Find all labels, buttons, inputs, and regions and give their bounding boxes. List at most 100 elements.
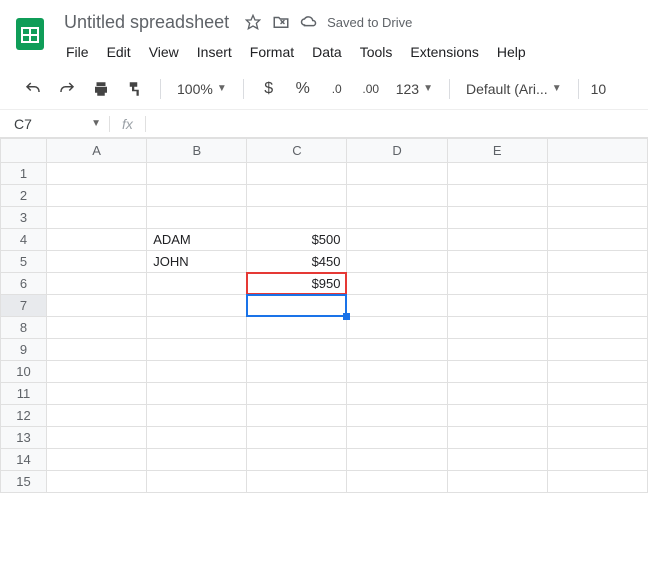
cell-D9[interactable] <box>347 339 447 361</box>
row-header-8[interactable]: 8 <box>1 317 47 339</box>
cell-B14[interactable] <box>147 449 247 471</box>
cell-D6[interactable] <box>347 273 447 295</box>
cell-B7[interactable] <box>147 295 247 317</box>
cell-B12[interactable] <box>147 405 247 427</box>
cell-D1[interactable] <box>347 163 447 185</box>
cell-E12[interactable] <box>447 405 547 427</box>
cell-C6[interactable]: $950 <box>247 273 347 295</box>
row-header-5[interactable]: 5 <box>1 251 47 273</box>
cell-blank13[interactable] <box>547 427 647 449</box>
cell-C1[interactable] <box>247 163 347 185</box>
cell-blank3[interactable] <box>547 207 647 229</box>
cell-D5[interactable] <box>347 251 447 273</box>
font-size-value[interactable]: 10 <box>591 81 607 97</box>
cell-B15[interactable] <box>147 471 247 493</box>
cell-C4[interactable]: $500 <box>247 229 347 251</box>
row-header-15[interactable]: 15 <box>1 471 47 493</box>
cell-C13[interactable] <box>247 427 347 449</box>
row-header-3[interactable]: 3 <box>1 207 47 229</box>
cell-C11[interactable] <box>247 383 347 405</box>
cell-A8[interactable] <box>47 317 147 339</box>
cloud-icon[interactable] <box>299 12 319 32</box>
cell-A2[interactable] <box>47 185 147 207</box>
cell-E2[interactable] <box>447 185 547 207</box>
cell-B1[interactable] <box>147 163 247 185</box>
cell-D2[interactable] <box>347 185 447 207</box>
col-header-B[interactable]: B <box>147 139 247 163</box>
cell-C15[interactable] <box>247 471 347 493</box>
cell-E10[interactable] <box>447 361 547 383</box>
cell-A6[interactable] <box>47 273 147 295</box>
cell-D14[interactable] <box>347 449 447 471</box>
cell-E8[interactable] <box>447 317 547 339</box>
font-select[interactable]: Default (Ari... ▼ <box>462 79 566 99</box>
row-header-10[interactable]: 10 <box>1 361 47 383</box>
cell-blank5[interactable] <box>547 251 647 273</box>
cell-A12[interactable] <box>47 405 147 427</box>
cell-B8[interactable] <box>147 317 247 339</box>
number-format-select[interactable]: 123 ▼ <box>392 79 437 99</box>
row-header-13[interactable]: 13 <box>1 427 47 449</box>
cell-B3[interactable] <box>147 207 247 229</box>
cell-B13[interactable] <box>147 427 247 449</box>
cell-blank14[interactable] <box>547 449 647 471</box>
cell-A7[interactable] <box>47 295 147 317</box>
cell-D8[interactable] <box>347 317 447 339</box>
cell-blank7[interactable] <box>547 295 647 317</box>
menu-extensions[interactable]: Extensions <box>402 40 486 64</box>
cell-E11[interactable] <box>447 383 547 405</box>
cell-blank15[interactable] <box>547 471 647 493</box>
menu-file[interactable]: File <box>58 40 97 64</box>
cell-E5[interactable] <box>447 251 547 273</box>
redo-icon[interactable] <box>54 76 80 102</box>
cell-B10[interactable] <box>147 361 247 383</box>
format-percent[interactable]: % <box>290 76 316 102</box>
cell-D7[interactable] <box>347 295 447 317</box>
row-header-4[interactable]: 4 <box>1 229 47 251</box>
undo-icon[interactable] <box>20 76 46 102</box>
select-all-corner[interactable] <box>1 139 47 163</box>
cell-blank2[interactable] <box>547 185 647 207</box>
cell-A11[interactable] <box>47 383 147 405</box>
cell-E9[interactable] <box>447 339 547 361</box>
star-icon[interactable] <box>243 12 263 32</box>
increase-decimal[interactable]: .00 <box>358 76 384 102</box>
paint-format-icon[interactable] <box>122 76 148 102</box>
format-currency[interactable]: $ <box>256 76 282 102</box>
row-header-12[interactable]: 12 <box>1 405 47 427</box>
name-box[interactable]: C7 ▼ <box>0 116 110 132</box>
cell-E15[interactable] <box>447 471 547 493</box>
menu-data[interactable]: Data <box>304 40 350 64</box>
cell-C5[interactable]: $450 <box>247 251 347 273</box>
menu-format[interactable]: Format <box>242 40 302 64</box>
cell-A13[interactable] <box>47 427 147 449</box>
menu-view[interactable]: View <box>141 40 187 64</box>
cell-A15[interactable] <box>47 471 147 493</box>
col-header-E[interactable]: E <box>447 139 547 163</box>
cell-A3[interactable] <box>47 207 147 229</box>
row-header-11[interactable]: 11 <box>1 383 47 405</box>
row-header-7[interactable]: 7 <box>1 295 47 317</box>
menu-help[interactable]: Help <box>489 40 534 64</box>
cell-C2[interactable] <box>247 185 347 207</box>
cell-D4[interactable] <box>347 229 447 251</box>
col-header-blank[interactable] <box>547 139 647 163</box>
cell-C3[interactable] <box>247 207 347 229</box>
doc-title[interactable]: Untitled spreadsheet <box>58 10 235 35</box>
cell-A5[interactable] <box>47 251 147 273</box>
row-header-6[interactable]: 6 <box>1 273 47 295</box>
print-icon[interactable] <box>88 76 114 102</box>
cell-B6[interactable] <box>147 273 247 295</box>
cell-A9[interactable] <box>47 339 147 361</box>
cell-A10[interactable] <box>47 361 147 383</box>
cell-E3[interactable] <box>447 207 547 229</box>
row-header-1[interactable]: 1 <box>1 163 47 185</box>
cell-blank12[interactable] <box>547 405 647 427</box>
menu-tools[interactable]: Tools <box>352 40 401 64</box>
cell-B2[interactable] <box>147 185 247 207</box>
cell-E7[interactable] <box>447 295 547 317</box>
cell-D11[interactable] <box>347 383 447 405</box>
cell-C7[interactable] <box>247 295 347 317</box>
cell-blank1[interactable] <box>547 163 647 185</box>
cell-blank6[interactable] <box>547 273 647 295</box>
